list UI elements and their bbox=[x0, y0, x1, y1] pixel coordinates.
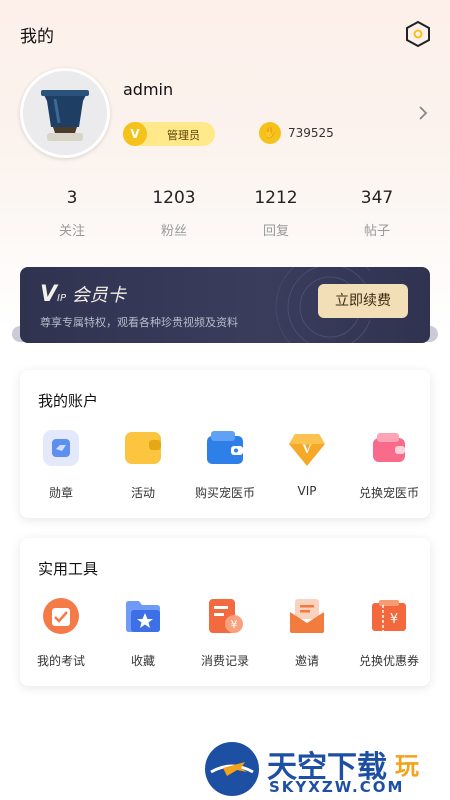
wallet-icon bbox=[207, 431, 243, 464]
vip-logo-icon: V bbox=[40, 282, 58, 307]
stat-label: 回复 bbox=[262, 224, 289, 239]
vip-card[interactable]: VIP 会员卡 尊享专属特权，观看各种珍贵视频及资料 立即续费 bbox=[20, 267, 430, 343]
tools-title: 实用工具 bbox=[38, 560, 99, 578]
tools-card: 实用工具 我的考试 收藏 ¥ 消费记录 邀请 ¥ 兑换优惠券 bbox=[20, 538, 430, 686]
account-item-vip[interactable]: V VIP bbox=[266, 428, 348, 498]
stat-fans[interactable]: 1203 粉丝 bbox=[129, 188, 219, 239]
stat-following[interactable]: 3 关注 bbox=[27, 188, 117, 239]
chevron-right-icon bbox=[419, 106, 428, 120]
role-label: 管理员 bbox=[167, 129, 200, 142]
role-badge: V 管理员 bbox=[123, 122, 215, 146]
settings-button[interactable] bbox=[404, 20, 432, 48]
username: admin bbox=[123, 80, 174, 99]
exchange-wallet-icon bbox=[373, 433, 405, 462]
svg-text:V: V bbox=[302, 441, 312, 456]
item-label: 勋章 bbox=[48, 486, 73, 500]
account-title: 我的账户 bbox=[38, 392, 99, 410]
avatar[interactable] bbox=[20, 68, 110, 158]
coupon-icon: ¥ bbox=[372, 600, 406, 631]
watermark-name-suffix: 玩 bbox=[395, 752, 419, 780]
item-label: VIP bbox=[297, 484, 317, 498]
renew-button[interactable]: 立即续费 bbox=[318, 284, 408, 318]
account-item-buy-coins[interactable]: 购买宠医币 bbox=[184, 428, 266, 501]
profile-arrow-button[interactable] bbox=[414, 104, 432, 122]
item-label: 邀请 bbox=[294, 654, 319, 668]
account-item-medal[interactable]: 勋章 bbox=[20, 428, 102, 501]
medal-icon bbox=[43, 430, 79, 466]
globe-plane-icon bbox=[205, 742, 259, 796]
vip-title-text: 会员卡 bbox=[71, 285, 126, 306]
stat-label: 帖子 bbox=[363, 224, 390, 239]
activity-icon bbox=[125, 432, 161, 464]
account-card: 我的账户 勋章 活动 购买宠医币 V VIP 兑换宠医币 bbox=[20, 370, 430, 518]
points-coin-icon: ✋ bbox=[259, 122, 281, 144]
tools-item-consumption[interactable]: ¥ 消费记录 bbox=[184, 596, 266, 669]
stat-label: 粉丝 bbox=[160, 224, 187, 239]
svg-text:¥: ¥ bbox=[390, 612, 398, 627]
invite-icon bbox=[290, 599, 324, 633]
favorite-folder-icon bbox=[126, 601, 160, 632]
points-value: 739525 bbox=[288, 126, 334, 140]
item-label: 兑换优惠券 bbox=[358, 654, 419, 668]
stat-value: 3 bbox=[66, 188, 78, 208]
stat-replies[interactable]: 1212 回复 bbox=[231, 188, 321, 239]
tools-item-favorite[interactable]: 收藏 bbox=[102, 596, 184, 669]
item-label: 购买宠医币 bbox=[194, 486, 255, 500]
watermark-domain: SKYXZW.COM bbox=[269, 778, 405, 796]
item-label: 消费记录 bbox=[200, 654, 249, 668]
stat-label: 关注 bbox=[58, 224, 85, 239]
vip-subtitle: 尊享专属特权，观看各种珍贵视频及资料 bbox=[40, 316, 238, 329]
stat-value: 347 bbox=[360, 188, 394, 208]
tools-item-coupon[interactable]: ¥ 兑换优惠券 bbox=[348, 596, 430, 669]
vip-diamond-icon: V bbox=[289, 434, 325, 466]
item-label: 我的考试 bbox=[36, 654, 85, 668]
account-item-exchange-coins[interactable]: 兑换宠医币 bbox=[348, 428, 430, 501]
tools-item-invite[interactable]: 邀请 bbox=[266, 596, 348, 669]
page-title: 我的 bbox=[20, 27, 54, 47]
item-label: 活动 bbox=[130, 486, 155, 500]
consumption-record-icon: ¥ bbox=[209, 599, 243, 633]
item-label: 兑换宠医币 bbox=[358, 486, 419, 500]
item-label: 收藏 bbox=[130, 654, 155, 668]
vip-title: VIP 会员卡 bbox=[40, 281, 126, 307]
exam-icon bbox=[43, 598, 79, 634]
tools-item-exam[interactable]: 我的考试 bbox=[20, 596, 102, 669]
vase-avatar-image bbox=[23, 71, 107, 155]
vip-logo-ip: IP bbox=[57, 293, 67, 304]
settings-hexagon-icon bbox=[406, 20, 430, 48]
v-badge-icon: V bbox=[123, 122, 147, 146]
watermark-logo: 天空下载 玩 SKYXZW.COM bbox=[205, 740, 445, 798]
stat-value: 1203 bbox=[152, 188, 196, 208]
stat-posts[interactable]: 347 帖子 bbox=[332, 188, 422, 239]
stat-value: 1212 bbox=[254, 188, 298, 208]
account-item-activity[interactable]: 活动 bbox=[102, 428, 184, 501]
svg-text:¥: ¥ bbox=[231, 618, 238, 631]
